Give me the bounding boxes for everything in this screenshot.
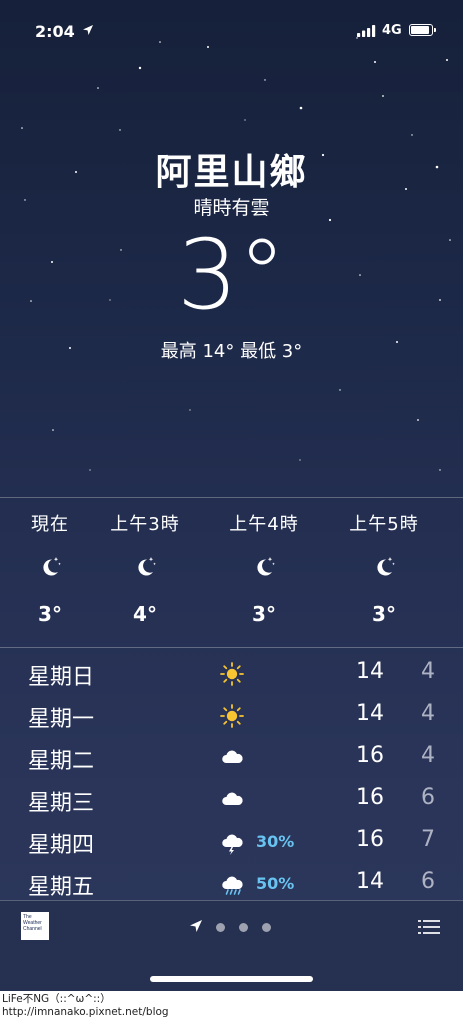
moon-stars-icon	[138, 557, 156, 576]
low-temp: 4	[421, 701, 435, 726]
cloud-icon	[222, 792, 243, 805]
sun-icon	[220, 662, 244, 686]
list-icon[interactable]	[418, 918, 440, 936]
high-temp: 14	[356, 659, 384, 684]
hour-temp: 4°	[133, 602, 157, 626]
location-arrow-icon	[83, 25, 93, 35]
day-name: 星期三	[28, 791, 95, 816]
page-dot[interactable]	[239, 923, 248, 932]
weather-condition: 晴時有雲	[193, 197, 270, 219]
hour-temp: 3°	[38, 602, 62, 626]
day-name: 星期四	[28, 833, 95, 858]
credit-url: http://imnanako.pixnet.net/blog	[2, 1006, 169, 1018]
daily-row: 星期五 50% 14 6	[0, 865, 463, 905]
city-name: 阿里山鄉	[155, 152, 308, 193]
moon-stars-icon	[257, 557, 275, 576]
high-temp: 16	[356, 743, 384, 768]
home-indicator[interactable]	[150, 976, 313, 982]
moon-stars-icon	[377, 557, 395, 576]
watermark-credit: LiFe不NG（::^ω^::） http://imnanako.pixnet.…	[0, 991, 463, 1024]
cellular-signal-icon	[357, 25, 376, 37]
precip-chance: 50%	[256, 874, 295, 893]
credit-name: LiFe不NG（::^ω^::）	[2, 993, 111, 1005]
thunderstorm-icon	[222, 834, 243, 855]
location-arrow-icon	[190, 920, 202, 932]
hour-label: 上午4時	[229, 514, 299, 535]
weather-channel-logo-text: The Weather Channel	[23, 914, 42, 932]
weather-screen: 2:04 4G 阿里山鄉 晴時有雲 3° 最高 14° 最低 3° 現在 3° …	[0, 0, 463, 991]
day-name: 星期五	[28, 875, 95, 900]
hour-temp: 3°	[252, 602, 276, 626]
hourly-forecast[interactable]: 現在 3° 上午3時 4° 上午4時 3° 上午5時 3°	[0, 498, 463, 646]
daily-row: 星期二 16 4	[0, 739, 463, 779]
daily-row: 星期三 16 6	[0, 781, 463, 821]
bottom-toolbar: The Weather Channel	[0, 900, 463, 991]
hour-label: 上午3時	[110, 514, 180, 535]
page-dot[interactable]	[216, 923, 225, 932]
high-low-temperature: 最高 14° 最低 3°	[160, 341, 303, 362]
hour-label: 現在	[31, 514, 69, 535]
precip-chance: 30%	[256, 832, 295, 851]
battery-icon	[409, 24, 436, 36]
day-name: 星期一	[28, 707, 95, 732]
day-name: 星期日	[28, 665, 95, 690]
moon-stars-icon	[43, 557, 61, 576]
low-temp: 6	[421, 869, 435, 894]
low-temp: 7	[421, 827, 435, 852]
low-temp: 6	[421, 785, 435, 810]
cloud-icon	[222, 750, 243, 763]
divider	[0, 647, 463, 648]
high-temp: 16	[356, 827, 384, 852]
network-type: 4G	[382, 23, 402, 38]
daily-row: 星期一 14 4	[0, 697, 463, 737]
status-time: 2:04	[35, 22, 75, 41]
high-temp: 16	[356, 785, 384, 810]
hour-label: 上午5時	[349, 514, 419, 535]
high-temp: 14	[356, 869, 384, 894]
weather-channel-logo[interactable]: The Weather Channel	[21, 912, 49, 940]
rain-icon	[222, 876, 243, 895]
daily-row: 星期四 30% 16 7	[0, 823, 463, 863]
battery-level	[411, 26, 429, 34]
sun-icon	[220, 704, 244, 728]
status-bar: 2:04 4G	[0, 0, 463, 60]
low-temp: 4	[421, 743, 435, 768]
day-name: 星期二	[28, 749, 95, 774]
hour-temp: 3°	[372, 602, 396, 626]
current-temperature: 3°	[176, 219, 287, 331]
page-dot[interactable]	[262, 923, 271, 932]
daily-row: 星期日 14 4	[0, 655, 463, 695]
low-temp: 4	[421, 659, 435, 684]
high-temp: 14	[356, 701, 384, 726]
